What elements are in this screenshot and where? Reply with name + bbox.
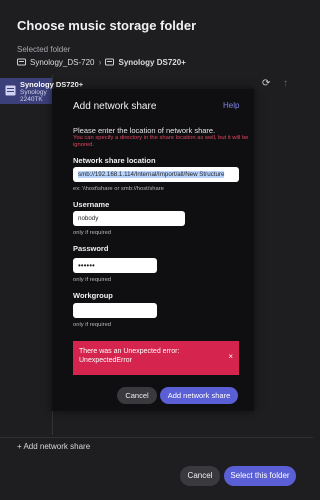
selected-folder-label: Selected folder bbox=[17, 45, 71, 54]
breadcrumb-item-device[interactable]: Synology_DS-720 bbox=[30, 58, 94, 67]
device-list bbox=[0, 75, 53, 435]
plus-icon: + bbox=[17, 442, 22, 451]
error-line-2: UnexpectedError bbox=[79, 357, 132, 364]
up-arrow-icon[interactable]: ↑ bbox=[283, 79, 293, 89]
location-field[interactable]: smb://192.168.1.114/Internal/Import/all/… bbox=[73, 167, 239, 182]
divider bbox=[0, 437, 313, 438]
workgroup-label: Workgroup bbox=[73, 291, 113, 300]
error-text: There was an Unexpected error: Unexpecte… bbox=[79, 347, 179, 365]
location-value: smb://192.168.1.114/Internal/Import/all/… bbox=[78, 171, 225, 178]
select-folder-button[interactable]: Select this folder bbox=[224, 466, 296, 486]
location-hint: ex: \\host\share or smb://host/share bbox=[73, 186, 164, 192]
drive-icon bbox=[105, 58, 115, 66]
breadcrumb-item-model[interactable]: Synology DS720+ bbox=[118, 58, 185, 67]
dialog-note: You can specify a directory in the share… bbox=[73, 135, 249, 148]
password-field[interactable]: •••••• bbox=[73, 258, 157, 273]
error-line-1: There was an Unexpected error: bbox=[79, 348, 180, 355]
cancel-button[interactable]: Cancel bbox=[180, 466, 220, 486]
username-field[interactable]: nobody bbox=[73, 211, 185, 226]
workgroup-hint: only if required bbox=[73, 322, 112, 328]
username-hint: only if required bbox=[73, 230, 112, 236]
device-list-item[interactable]: Synology DS720+ Synology 2240TK bbox=[0, 78, 83, 104]
workgroup-field[interactable] bbox=[73, 303, 157, 318]
add-network-share-label: Add network share bbox=[23, 442, 91, 451]
location-label: Network share location bbox=[73, 156, 156, 165]
help-link[interactable]: Help bbox=[223, 101, 239, 110]
password-label: Password bbox=[73, 244, 109, 253]
device-vendor: Synology bbox=[20, 89, 47, 96]
drive-icon bbox=[17, 58, 26, 66]
username-label: Username bbox=[73, 200, 110, 209]
error-banner: There was an Unexpected error: Unexpecte… bbox=[73, 341, 239, 375]
refresh-icon[interactable]: ⟳ bbox=[262, 79, 272, 89]
device-name: Synology DS720+ bbox=[20, 80, 84, 89]
dialog-title: Add network share bbox=[73, 101, 157, 112]
breadcrumb: Synology_DS-720 › Synology DS720+ bbox=[17, 57, 186, 67]
window-title: Choose music storage folder bbox=[17, 18, 197, 33]
dialog-prompt: Please enter the location of network sha… bbox=[73, 126, 216, 135]
device-serial: 2240TK bbox=[20, 96, 43, 103]
close-icon[interactable]: × bbox=[228, 352, 233, 361]
chevron-right-icon: › bbox=[98, 57, 102, 67]
add-network-share-button[interactable]: Add network share bbox=[160, 387, 238, 404]
add-network-share-link[interactable]: + Add network share bbox=[17, 442, 90, 451]
server-icon bbox=[5, 85, 16, 96]
password-hint: only if required bbox=[73, 277, 112, 283]
dialog-cancel-button[interactable]: Cancel bbox=[117, 387, 157, 404]
